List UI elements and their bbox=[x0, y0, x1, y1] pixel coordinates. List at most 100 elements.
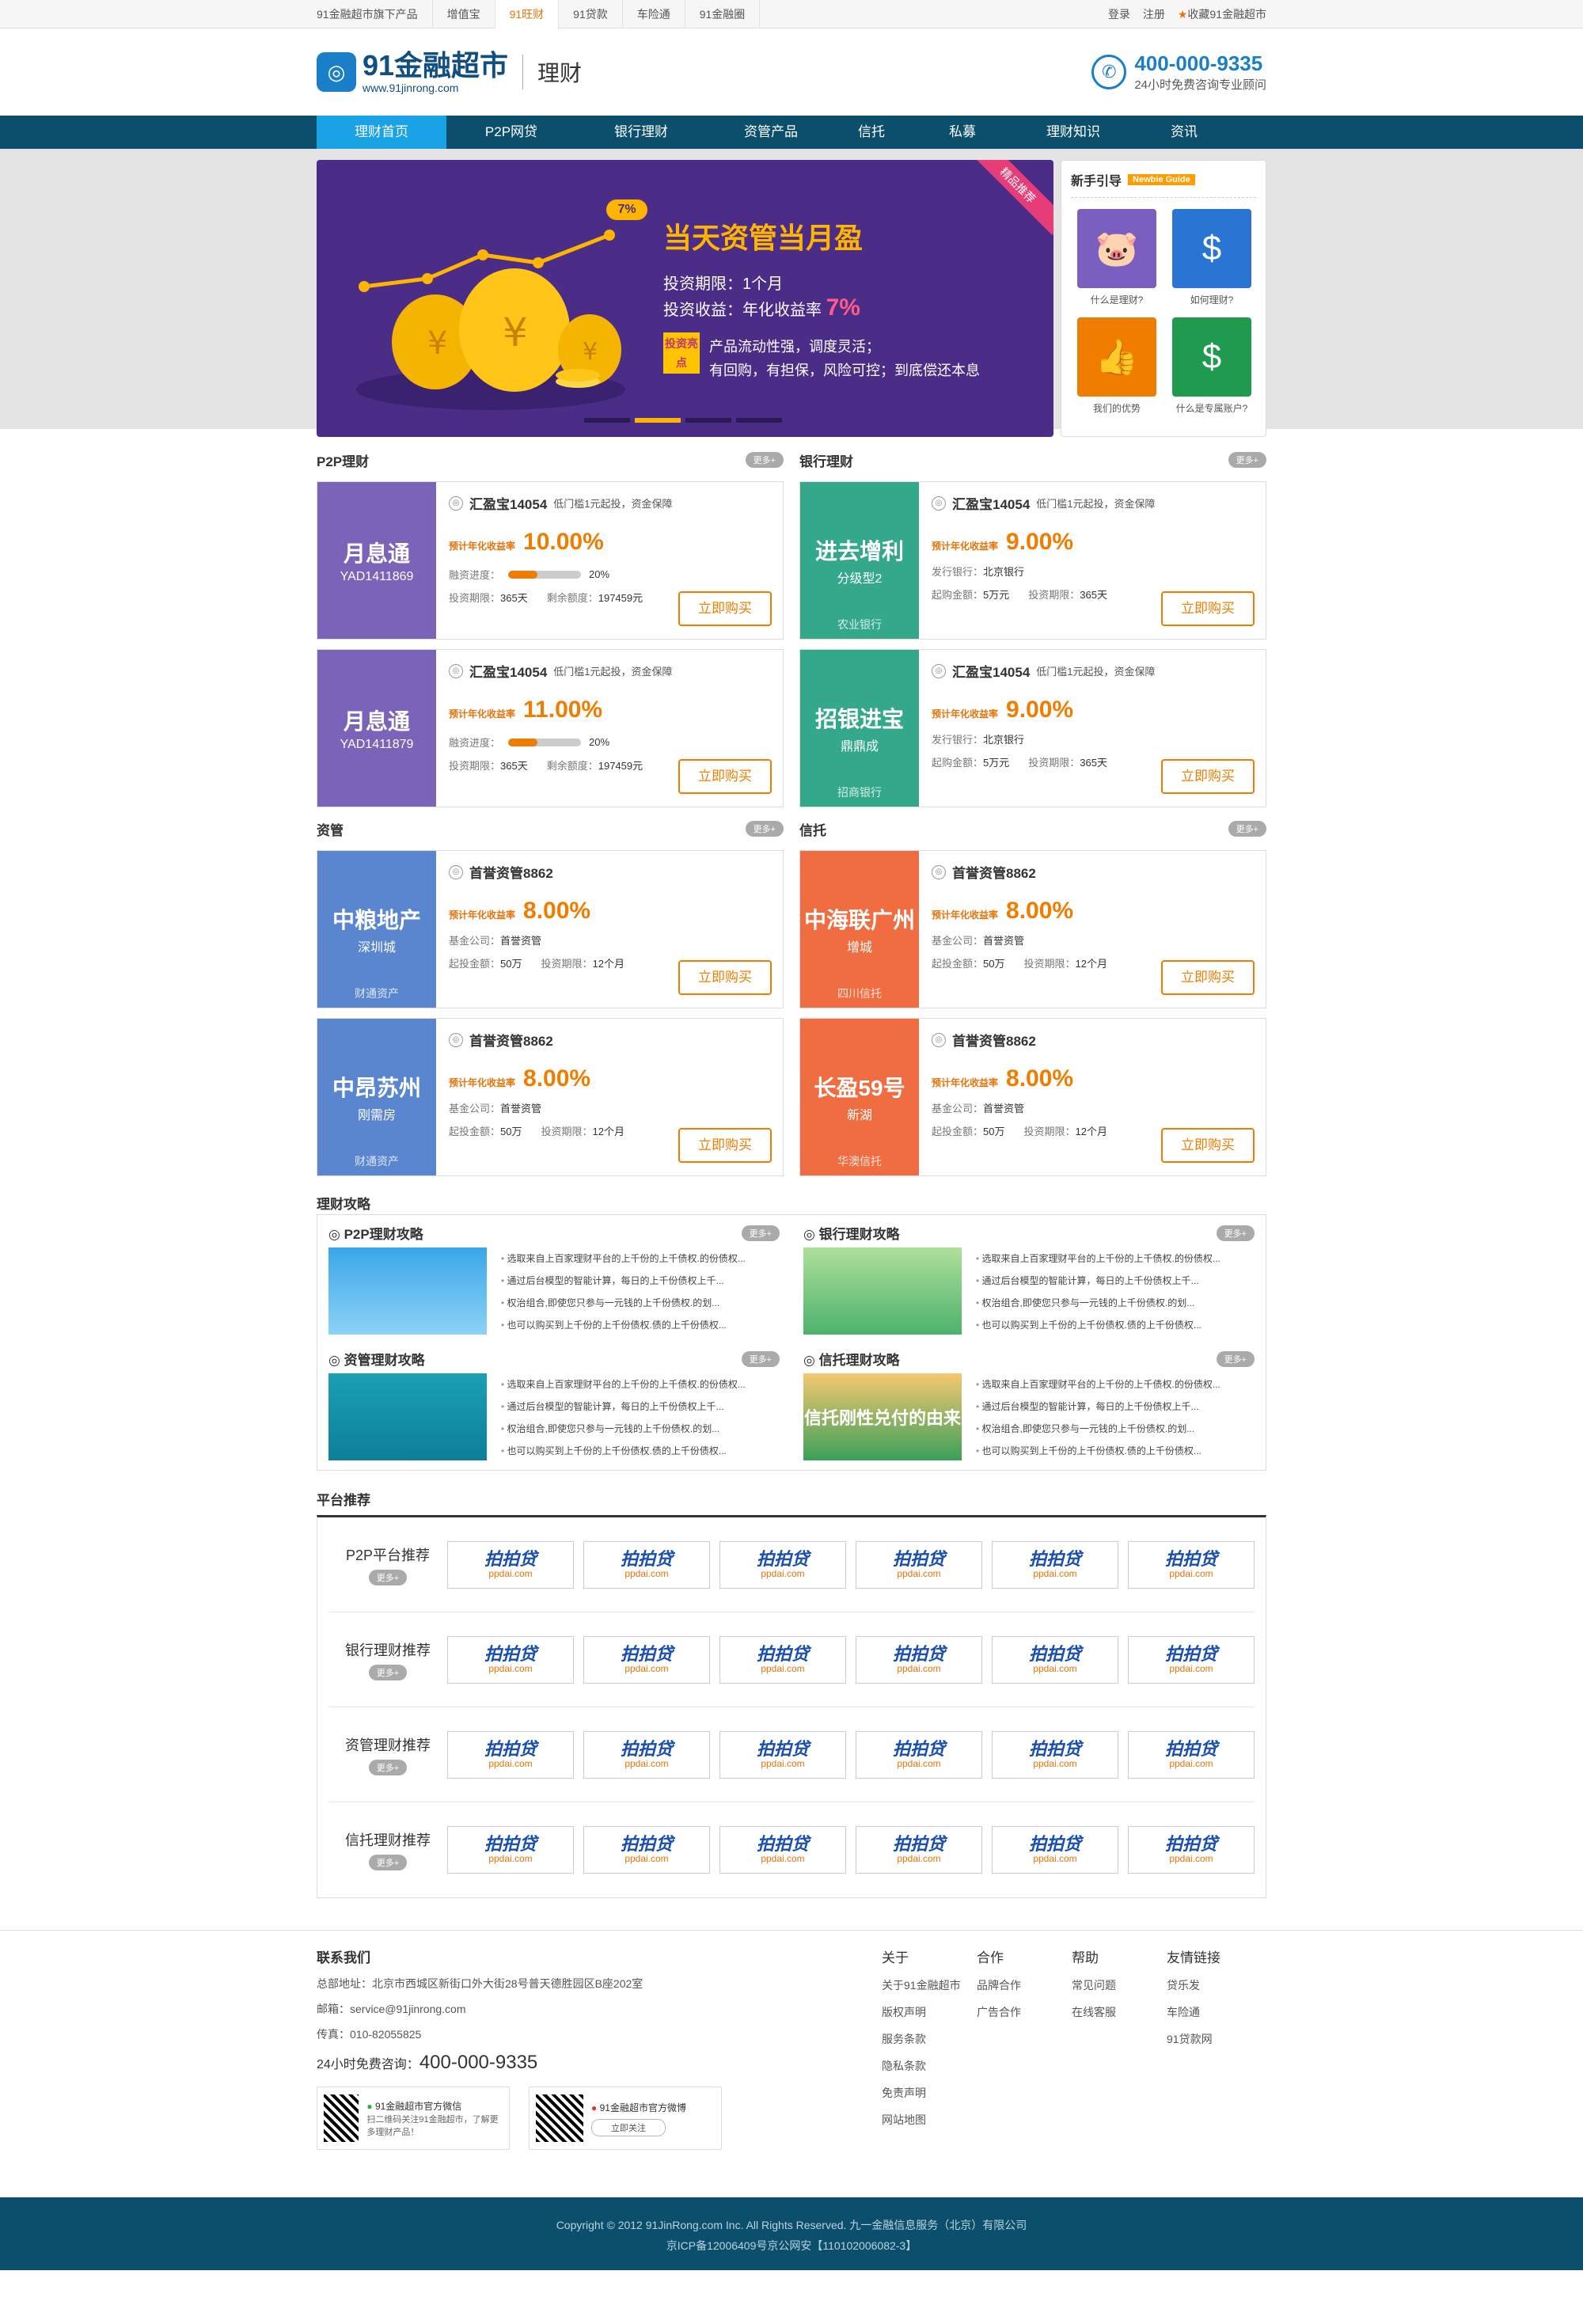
platform-logo[interactable]: 拍拍贷 ppdai.com bbox=[856, 1730, 982, 1779]
topbar-link-jinrongquan[interactable]: 91金融圈 bbox=[685, 0, 761, 28]
footer-link[interactable]: 品牌合作 bbox=[977, 1977, 1072, 1993]
more-button[interactable]: 更多+ bbox=[368, 1664, 408, 1680]
product-name[interactable]: 汇盈宝14054 bbox=[952, 493, 1030, 513]
strategy-thumbnail[interactable] bbox=[328, 1373, 487, 1460]
footer-link[interactable]: 在线客服 bbox=[1072, 2004, 1167, 2020]
more-button[interactable]: 更多+ bbox=[1216, 1225, 1255, 1241]
platform-logo[interactable]: 拍拍贷 ppdai.com bbox=[447, 1635, 574, 1684]
more-button[interactable]: 更多+ bbox=[741, 1225, 780, 1241]
strategy-link[interactable]: 也可以购买到上千份的上千份债权.债的上千份债权... bbox=[976, 1440, 1220, 1462]
footer-link[interactable]: 常见问题 bbox=[1072, 1977, 1167, 1993]
product-image[interactable]: 长盈59号 新湖 华澳信托 bbox=[800, 1019, 919, 1175]
platform-logo[interactable]: 拍拍贷 ppdai.com bbox=[856, 1635, 982, 1684]
platform-logo[interactable]: 拍拍贷 ppdai.com bbox=[856, 1540, 982, 1589]
strategy-link[interactable]: 也可以购买到上千份的上千份债权.债的上千份债权... bbox=[501, 1314, 746, 1336]
buy-now-button[interactable]: 立即购买 bbox=[678, 759, 772, 794]
buy-now-button[interactable]: 立即购买 bbox=[1161, 591, 1255, 626]
footer-link[interactable]: 91贷款网 bbox=[1167, 2031, 1262, 2047]
nav-item-bank[interactable]: 银行理财 bbox=[576, 116, 706, 149]
buy-now-button[interactable]: 立即购买 bbox=[678, 960, 772, 995]
more-button[interactable]: 更多+ bbox=[1228, 821, 1266, 837]
carousel-dot[interactable] bbox=[685, 418, 731, 423]
platform-logo[interactable]: 拍拍贷 ppdai.com bbox=[719, 1730, 846, 1779]
favorite-link[interactable]: ★收藏91金融超市 bbox=[1178, 6, 1266, 22]
buy-now-button[interactable]: 立即购买 bbox=[678, 1128, 772, 1163]
platform-logo[interactable]: 拍拍贷 ppdai.com bbox=[992, 1540, 1118, 1589]
strategy-link[interactable]: 选取来自上百家理财平台的上千份的上千债权.的份债权... bbox=[976, 1247, 1220, 1270]
footer-link[interactable]: 关于91金融超市 bbox=[882, 1977, 977, 1993]
strategy-link[interactable]: 选取来自上百家理财平台的上千份的上千债权.的份债权... bbox=[501, 1373, 746, 1396]
nav-item-knowledge[interactable]: 理财知识 bbox=[1018, 116, 1129, 149]
strategy-thumbnail[interactable]: 信托刚性兑付的由来 bbox=[803, 1373, 962, 1460]
product-image[interactable]: 中粮地产 深圳城 财通资产 bbox=[317, 851, 436, 1008]
footer-link[interactable]: 版权声明 bbox=[882, 2004, 977, 2020]
footer-link[interactable]: 车险通 bbox=[1167, 2004, 1262, 2020]
platform-logo[interactable]: 拍拍贷 ppdai.com bbox=[583, 1826, 710, 1874]
promo-banner[interactable]: 精品推荐 ¥ ¥ ¥ 7% 当天资管当月盈 投资期限：1个月 投资收益：年化收益… bbox=[317, 160, 1053, 437]
product-name[interactable]: 首誉资管8862 bbox=[469, 1030, 553, 1050]
guide-item-advantages[interactable]: 👍 我们的优势 bbox=[1077, 317, 1156, 415]
platform-logo[interactable]: 拍拍贷 ppdai.com bbox=[1128, 1730, 1255, 1779]
buy-now-button[interactable]: 立即购买 bbox=[678, 591, 772, 626]
topbar-link-chexian[interactable]: 车险通 bbox=[623, 0, 685, 28]
strategy-link[interactable]: 权治组合,即使您只参与一元钱的上千份债权.的划... bbox=[976, 1292, 1220, 1314]
more-button[interactable]: 更多+ bbox=[741, 1350, 780, 1367]
platform-logo[interactable]: 拍拍贷 ppdai.com bbox=[992, 1826, 1118, 1874]
more-button[interactable]: 更多+ bbox=[368, 1759, 408, 1775]
platform-logo[interactable]: 拍拍贷 ppdai.com bbox=[1128, 1540, 1255, 1589]
strategy-link[interactable]: 通过后台模型的智能计算，每日的上千份债权上千... bbox=[976, 1396, 1220, 1418]
nav-item-private[interactable]: 私募 bbox=[907, 116, 1018, 149]
nav-item-p2p[interactable]: P2P网贷 bbox=[446, 116, 576, 149]
more-button[interactable]: 更多+ bbox=[368, 1855, 408, 1870]
platform-logo[interactable]: 拍拍贷 ppdai.com bbox=[1128, 1635, 1255, 1684]
product-name[interactable]: 首誉资管8862 bbox=[952, 862, 1036, 882]
nav-item-trust[interactable]: 信托 bbox=[836, 116, 907, 149]
buy-now-button[interactable]: 立即购买 bbox=[1161, 960, 1255, 995]
strategy-thumbnail[interactable] bbox=[803, 1247, 962, 1335]
product-image[interactable]: 月息通 YAD1411869 bbox=[317, 482, 436, 639]
platform-logo[interactable]: 拍拍贷 ppdai.com bbox=[719, 1826, 846, 1874]
nav-item-asset[interactable]: 资管产品 bbox=[706, 116, 836, 149]
product-name[interactable]: 首誉资管8862 bbox=[469, 862, 553, 882]
footer-link[interactable]: 广告合作 bbox=[977, 2004, 1072, 2020]
more-button[interactable]: 更多+ bbox=[1216, 1350, 1255, 1367]
product-image[interactable]: 月息通 YAD1411879 bbox=[317, 650, 436, 807]
platform-logo[interactable]: 拍拍贷 ppdai.com bbox=[856, 1826, 982, 1874]
more-button[interactable]: 更多+ bbox=[745, 821, 784, 837]
strategy-link[interactable]: 也可以购买到上千份的上千份债权.债的上千份债权... bbox=[976, 1314, 1220, 1336]
footer-link[interactable]: 隐私条款 bbox=[882, 2058, 977, 2074]
product-image[interactable]: 进去增利 分级型2 农业银行 bbox=[800, 482, 919, 639]
guide-item-how-to-invest[interactable]: $ 如何理财? bbox=[1172, 209, 1251, 306]
product-name[interactable]: 汇盈宝14054 bbox=[469, 493, 547, 513]
register-link[interactable]: 注册 bbox=[1143, 6, 1165, 22]
platform-logo[interactable]: 拍拍贷 ppdai.com bbox=[447, 1826, 574, 1874]
carousel-dot[interactable] bbox=[736, 418, 782, 423]
product-image[interactable]: 招银进宝 鼎鼎成 招商银行 bbox=[800, 650, 919, 807]
nav-item-news[interactable]: 资讯 bbox=[1129, 116, 1239, 149]
platform-logo[interactable]: 拍拍贷 ppdai.com bbox=[1128, 1826, 1255, 1874]
topbar-link-wangcai[interactable]: 91旺财 bbox=[495, 0, 560, 28]
product-image[interactable]: 中昂苏州 刚需房 财通资产 bbox=[317, 1019, 436, 1175]
carousel-dot[interactable] bbox=[584, 418, 630, 423]
strategy-link[interactable]: 选取来自上百家理财平台的上千份的上千债权.的份债权... bbox=[501, 1247, 746, 1270]
strategy-link[interactable]: 选取来自上百家理财平台的上千份的上千债权.的份债权... bbox=[976, 1373, 1220, 1396]
strategy-link[interactable]: 权治组合,即使您只参与一元钱的上千份债权.的划... bbox=[501, 1418, 746, 1440]
more-button[interactable]: 更多+ bbox=[745, 452, 784, 468]
platform-logo[interactable]: 拍拍贷 ppdai.com bbox=[992, 1635, 1118, 1684]
product-name[interactable]: 汇盈宝14054 bbox=[952, 661, 1030, 681]
platform-logo[interactable]: 拍拍贷 ppdai.com bbox=[583, 1635, 710, 1684]
login-link[interactable]: 登录 bbox=[1108, 6, 1130, 22]
platform-logo[interactable]: 拍拍贷 ppdai.com bbox=[719, 1540, 846, 1589]
product-image[interactable]: 中海联广州 增城 四川信托 bbox=[800, 851, 919, 1008]
strategy-link[interactable]: 通过后台模型的智能计算，每日的上千份债权上千... bbox=[501, 1270, 746, 1292]
guide-item-exclusive-account[interactable]: $ 什么是专属账户? bbox=[1172, 317, 1251, 415]
strategy-link[interactable]: 通过后台模型的智能计算，每日的上千份债权上千... bbox=[976, 1270, 1220, 1292]
follow-button[interactable]: 立即关注 bbox=[591, 2118, 666, 2136]
platform-logo[interactable]: 拍拍贷 ppdai.com bbox=[447, 1540, 574, 1589]
product-name[interactable]: 首誉资管8862 bbox=[952, 1030, 1036, 1050]
strategy-link[interactable]: 通过后台模型的智能计算，每日的上千份债权上千... bbox=[501, 1396, 746, 1418]
carousel-dot-active[interactable] bbox=[635, 418, 681, 423]
platform-logo[interactable]: 拍拍贷 ppdai.com bbox=[992, 1730, 1118, 1779]
platform-logo[interactable]: 拍拍贷 ppdai.com bbox=[583, 1730, 710, 1779]
more-button[interactable]: 更多+ bbox=[1228, 452, 1266, 468]
